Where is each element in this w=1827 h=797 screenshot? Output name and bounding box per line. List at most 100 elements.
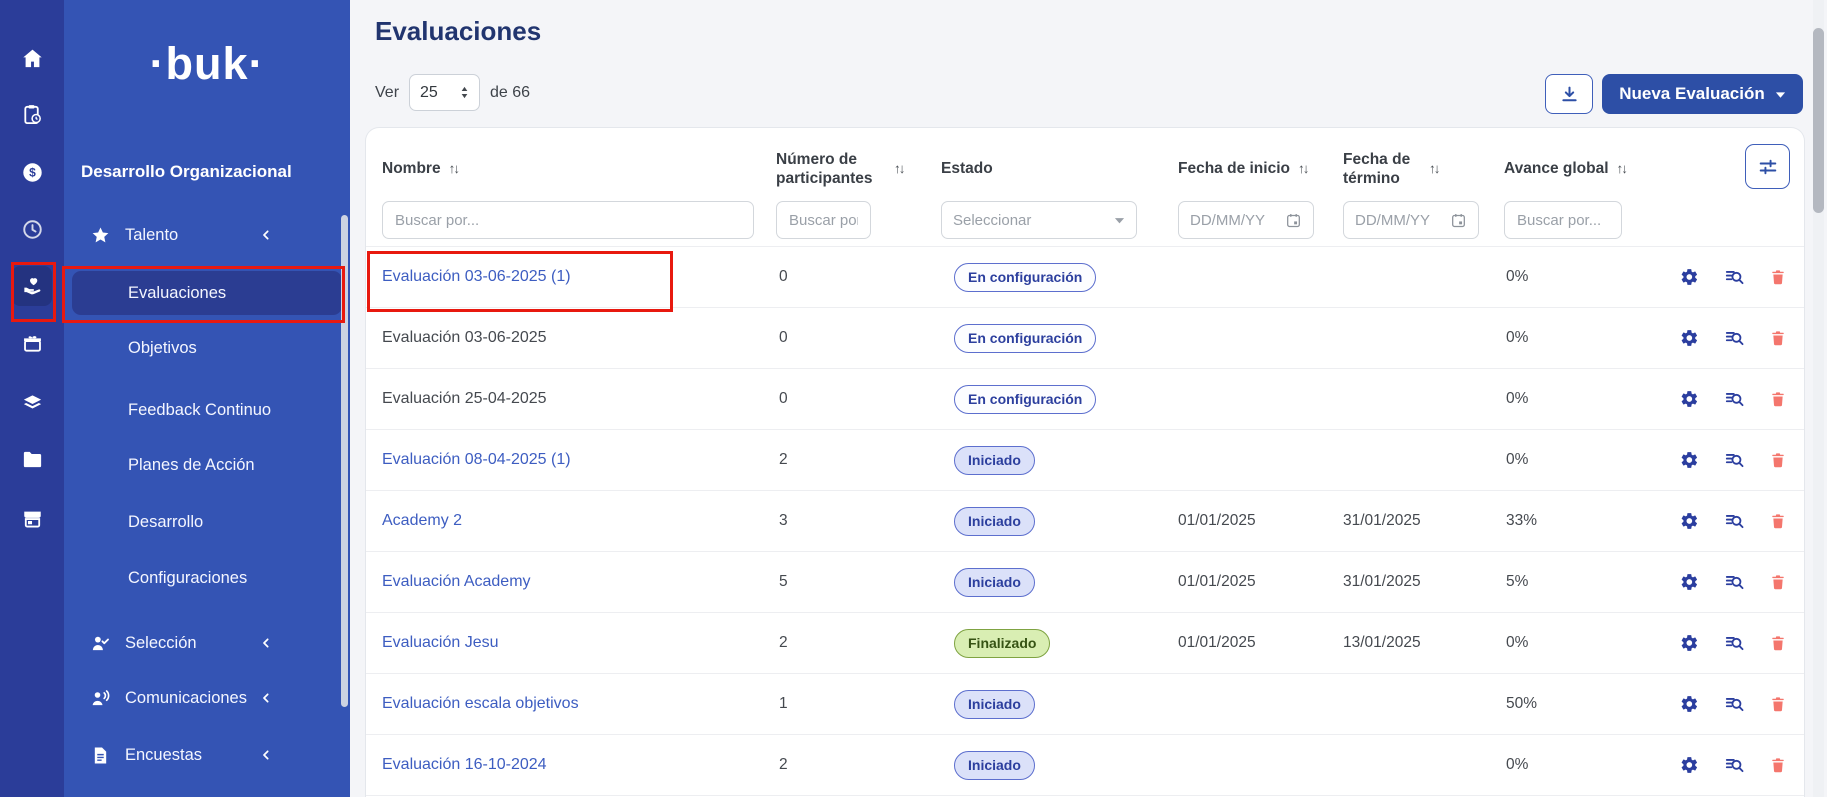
settings-action-button[interactable] (1676, 674, 1702, 734)
column-header-estado: Estado (941, 146, 993, 192)
sort-icon[interactable]: ↑↓ (1298, 161, 1308, 178)
gift-icon[interactable] (12, 323, 52, 363)
delete-action-button[interactable] (1765, 613, 1791, 673)
progress-value: 5% (1506, 552, 1528, 612)
settings-action-button[interactable] (1676, 613, 1702, 673)
details-action-button[interactable] (1721, 430, 1747, 490)
details-action-button[interactable] (1721, 735, 1747, 795)
main-content: Evaluaciones Ver 25 de 66 Nueva Evaluaci… (350, 0, 1827, 797)
table-row: Academy 23Iniciado01/01/202531/01/202533… (366, 491, 1804, 552)
participants-count: 2 (779, 430, 788, 490)
settings-action-button[interactable] (1676, 308, 1702, 368)
sidebar: ·buk· Desarrollo Organizacional TalentoE… (64, 0, 350, 797)
settings-action-button[interactable] (1676, 247, 1702, 307)
sort-icon[interactable]: ↑↓ (1617, 161, 1627, 178)
details-action-button[interactable] (1721, 491, 1747, 551)
sidebar-section-title: Desarrollo Organizacional (81, 162, 292, 182)
clipboard-clock-icon[interactable] (12, 94, 52, 134)
settings-action-button[interactable] (1676, 430, 1702, 490)
gear-icon (1679, 389, 1699, 409)
table-row: Evaluación 25-04-20250En configuración0% (366, 369, 1804, 430)
details-action-button[interactable] (1721, 613, 1747, 673)
filter-start-date-input[interactable]: DD/MM/YY (1178, 201, 1314, 239)
sidebar-scrollbar[interactable] (341, 215, 348, 707)
delete-action-button[interactable] (1765, 491, 1791, 551)
filter-status-select[interactable]: Seleccionar (941, 201, 1137, 239)
sidebar-item-feedback-continuo[interactable]: Feedback Continuo (72, 388, 342, 432)
status-badge: Iniciado (954, 751, 1035, 780)
evaluation-name-cell: Evaluación 08-04-2025 (1) (382, 430, 571, 490)
sort-icon[interactable]: ↑↓ (894, 161, 904, 178)
evaluation-name-link[interactable]: Evaluación Jesu (382, 634, 499, 652)
sort-icon[interactable]: ↑↓ (1429, 161, 1439, 178)
table-body: Evaluación 03-06-2025 (1) 0 En configuraci… (366, 246, 1804, 796)
page-size-select[interactable]: 25 (409, 74, 480, 111)
dollar-icon[interactable]: $ (12, 152, 52, 192)
gear-icon (1679, 694, 1699, 714)
sidebar-item-seleccion[interactable]: Selección (72, 621, 342, 665)
trash-icon (1769, 329, 1787, 348)
download-icon (1559, 84, 1580, 105)
column-header-fecha-inicio: Fecha de inicio ↑↓ (1178, 146, 1307, 192)
settings-action-button[interactable] (1676, 369, 1702, 429)
chevron-left-icon (258, 635, 274, 651)
sidebar-item-planes-de-accion[interactable]: Planes de Acción (72, 443, 342, 487)
folder-icon[interactable] (12, 439, 52, 479)
delete-action-button[interactable] (1765, 247, 1791, 307)
settings-action-button[interactable] (1676, 735, 1702, 795)
column-header-nombre: Nombre ↑↓ (382, 146, 458, 192)
evaluation-name-text: Evaluación 25-04-2025 (382, 390, 547, 408)
table-row: Evaluación Jesu2Finalizado01/01/202513/0… (366, 613, 1804, 674)
filter-name-input[interactable] (382, 201, 754, 239)
sidebar-item-evaluaciones[interactable]: Evaluaciones (72, 271, 342, 315)
sidebar-item-encuestas[interactable]: Encuestas (72, 733, 342, 777)
delete-action-button[interactable] (1765, 735, 1791, 795)
settings-action-button[interactable] (1676, 491, 1702, 551)
new-evaluation-button[interactable]: Nueva Evaluación (1602, 74, 1803, 114)
delete-action-button[interactable] (1765, 552, 1791, 612)
status-cell: En configuración (954, 247, 1096, 307)
table-row: Evaluación escala objetivos1Iniciado50% (366, 674, 1804, 735)
details-action-button[interactable] (1721, 308, 1747, 368)
settings-action-button[interactable] (1676, 552, 1702, 612)
graduation-icon[interactable] (12, 383, 52, 423)
sidebar-item-desarrollo[interactable]: Desarrollo (72, 500, 342, 544)
details-action-button[interactable] (1721, 552, 1747, 612)
column-settings-button[interactable] (1745, 144, 1790, 189)
column-header-avance-global: Avance global ↑↓ (1504, 146, 1626, 192)
evaluation-name-link[interactable]: Evaluación escala objetivos (382, 695, 579, 713)
clock-icon[interactable] (12, 209, 52, 249)
delete-action-button[interactable] (1765, 308, 1791, 368)
participants-count: 0 (779, 369, 788, 429)
evaluation-name-link[interactable]: Evaluación Academy (382, 573, 531, 591)
filter-end-date-input[interactable]: DD/MM/YY (1343, 201, 1479, 239)
details-action-button[interactable] (1721, 369, 1747, 429)
details-action-button[interactable] (1721, 674, 1747, 734)
table-row: Evaluación 03-06-20250En configuración0% (366, 308, 1804, 369)
filter-progress-input[interactable] (1504, 201, 1622, 239)
evaluation-name-link[interactable]: Academy 2 (382, 512, 462, 530)
page-scrollbar-thumb[interactable] (1813, 28, 1824, 213)
list-search-icon (1724, 511, 1745, 532)
details-action-button[interactable] (1721, 247, 1747, 307)
home-icon[interactable] (12, 38, 52, 78)
sidebar-item-configuraciones[interactable]: Configuraciones (72, 556, 342, 600)
sort-icon[interactable]: ↑↓ (449, 161, 459, 178)
delete-action-button[interactable] (1765, 369, 1791, 429)
hand-heart-icon[interactable] (12, 266, 52, 306)
evaluation-name-link[interactable]: Evaluación 08-04-2025 (1) (382, 451, 571, 469)
storefront-icon[interactable] (12, 498, 52, 538)
delete-action-button[interactable] (1765, 674, 1791, 734)
evaluation-name-link[interactable]: Evaluación 16-10-2024 (382, 756, 547, 774)
filter-participants-input[interactable] (776, 201, 871, 239)
page-size-control: Ver 25 de 66 (375, 74, 530, 111)
svg-text:$: $ (29, 165, 36, 179)
list-search-icon (1724, 572, 1745, 593)
download-button[interactable] (1545, 74, 1593, 114)
delete-action-button[interactable] (1765, 430, 1791, 490)
sidebar-item-objetivos[interactable]: Objetivos (72, 326, 342, 370)
sidebar-item-talento[interactable]: Talento (72, 213, 342, 257)
sidebar-item-comunicaciones[interactable]: Comunicaciones (72, 676, 342, 720)
participants-count: 0 (779, 308, 788, 368)
evaluation-name-link[interactable]: Evaluación 03-06-2025 (1) (382, 268, 571, 286)
